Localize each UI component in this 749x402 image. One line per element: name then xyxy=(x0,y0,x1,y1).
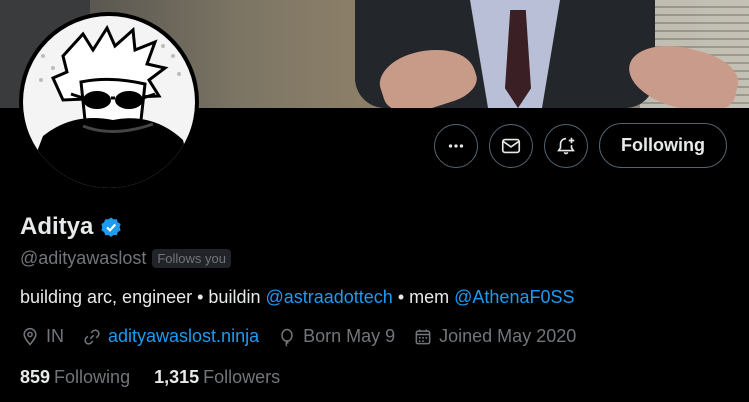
bio: building arc, engineer • buildin @astraa… xyxy=(20,287,574,308)
followers-stat[interactable]: 1,315 Followers xyxy=(154,367,280,388)
followers-label: Followers xyxy=(203,367,281,387)
following-button[interactable]: Following xyxy=(599,123,727,168)
bio-text: building arc, engineer • buildin xyxy=(20,287,266,307)
website-item: adityawaslost.ninja xyxy=(82,326,259,347)
verified-badge-icon[interactable] xyxy=(99,215,123,239)
followers-count: 1,315 xyxy=(154,367,200,387)
bio-text: • mem xyxy=(392,287,455,307)
bell-plus-icon xyxy=(557,137,575,155)
more-horizontal-icon xyxy=(448,144,464,148)
following-label: Following xyxy=(54,367,131,387)
joined-text: Joined May 2020 xyxy=(439,326,577,346)
following-count: 859 xyxy=(20,367,51,387)
profile-meta: IN adityawaslost.ninja Born May 9 Joined… xyxy=(20,326,594,347)
avatar-illustration xyxy=(23,16,195,188)
display-name: Aditya xyxy=(20,213,94,240)
birthday-text: Born May 9 xyxy=(303,326,396,346)
name-row: Aditya xyxy=(20,213,123,241)
website-link[interactable]: adityawaslost.ninja xyxy=(108,326,259,347)
following-stat[interactable]: 859 Following xyxy=(20,367,130,388)
message-button[interactable] xyxy=(489,124,533,168)
follows-you-badge: Follows you xyxy=(152,249,231,268)
handle: @adityawaslost xyxy=(20,248,147,268)
follow-stats: 859 Following 1,315 Followers xyxy=(20,367,304,388)
balloon-icon xyxy=(281,328,293,347)
location-item: IN xyxy=(20,326,64,347)
joined-item: Joined May 2020 xyxy=(413,326,576,347)
birthday-item: Born May 9 xyxy=(277,326,395,347)
calendar-icon xyxy=(415,329,431,344)
location-pin-icon xyxy=(23,327,37,346)
more-button[interactable] xyxy=(434,124,478,168)
notify-button[interactable] xyxy=(544,124,588,168)
handle-row: @adityawaslost Follows you xyxy=(20,248,231,269)
link-icon xyxy=(84,328,100,345)
location-text: IN xyxy=(46,326,64,346)
envelope-icon xyxy=(501,138,521,154)
bio-mention-astraadottech[interactable]: @astraadottech xyxy=(265,287,392,307)
avatar[interactable] xyxy=(19,12,199,192)
bio-mention-athenafoss[interactable]: @AthenaF0SS xyxy=(454,287,574,307)
